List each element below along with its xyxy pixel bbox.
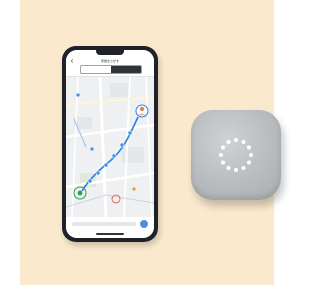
app-title: 家族をさがす [100, 59, 119, 63]
map-poi-icon [76, 93, 80, 97]
map-poi-icon [132, 187, 136, 191]
locate-button[interactable] [140, 220, 148, 228]
app-footer [66, 217, 154, 238]
led-dots [219, 138, 253, 172]
timeline-slider[interactable] [72, 222, 136, 226]
speaker-led-ring [219, 138, 253, 172]
map-block [110, 83, 130, 97]
segment-tab-left[interactable] [81, 66, 111, 73]
segment-control [80, 65, 142, 74]
map-poi-icon [90, 147, 94, 151]
phone-notch [96, 50, 124, 55]
app-header: 家族をさがす [66, 58, 154, 77]
background-panel: 家族をさがす [20, 0, 281, 285]
map-view[interactable] [66, 77, 154, 217]
home-indicator [96, 233, 124, 235]
avatar-face-icon [139, 106, 145, 112]
smartphone: 家族をさがす [62, 46, 158, 242]
start-marker[interactable] [77, 190, 83, 196]
segment-tab-right[interactable] [111, 66, 141, 73]
map-block [122, 147, 144, 163]
smart-speaker [191, 110, 281, 200]
phone-screen: 家族をさがす [66, 50, 154, 238]
